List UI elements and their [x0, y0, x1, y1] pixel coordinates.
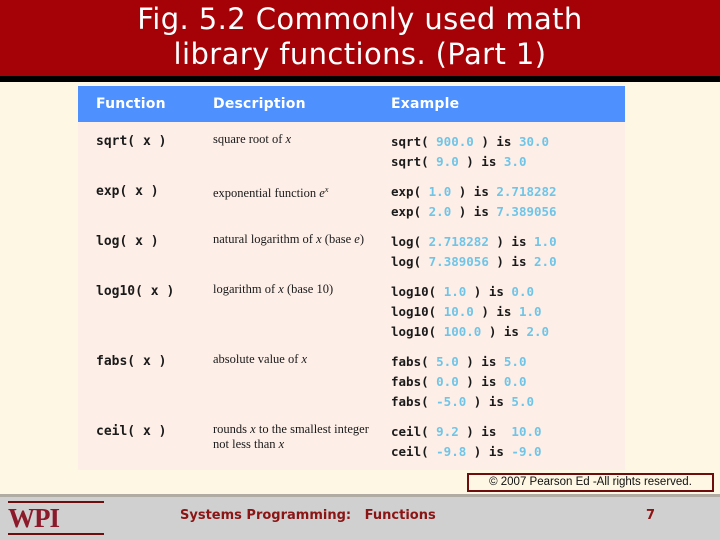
table-row: fabs( x ) absolute value of x fabs( 5.0 ) …	[78, 342, 625, 412]
column-header-example: Example	[391, 96, 460, 112]
example-line: log10( 100.0 ) is 2.0	[391, 324, 550, 339]
example-line: log10( 10.0 ) is 1.0	[391, 304, 542, 319]
example-line: ceil( -9.8 ) is -9.0	[391, 444, 542, 459]
function-signature: log10( x )	[96, 284, 175, 299]
example-line: ceil( 9.2 ) is 10.0	[391, 424, 542, 439]
cell-description: absolute value of x	[213, 352, 308, 366]
slide: Fig. 5.2 Commonly used math library func…	[0, 0, 720, 540]
cell-function-name: log( x )	[78, 232, 203, 250]
column-header-function: Function	[96, 96, 166, 112]
copyright-badge: © 2007 Pearson Ed -All rights reserved.	[467, 473, 714, 492]
function-signature: fabs( x )	[96, 354, 167, 369]
slide-title: Fig. 5.2 Commonly used math library func…	[137, 2, 583, 71]
cell-examples: exp( 1.0 ) is 2.718282 exp( 2.0 ) is 7.38…	[383, 182, 625, 222]
wpi-logo-bottom-rule	[8, 533, 104, 535]
example-line: exp( 1.0 ) is 2.718282	[391, 184, 557, 199]
cell-description: square root of x	[213, 132, 292, 146]
example-line: fabs( 0.0 ) is 0.0	[391, 374, 527, 389]
cell-function-name: ceil( x )	[78, 422, 203, 440]
cell-description: logarithm of x (base 10)	[213, 282, 334, 296]
example-line: exp( 2.0 ) is 7.389056	[391, 204, 557, 219]
example-line: log( 2.718282 ) is 1.0	[391, 234, 557, 249]
cell-examples: fabs( 5.0 ) is 5.0 fabs( 0.0 ) is 0.0 fabs…	[383, 352, 625, 412]
function-signature: ceil( x )	[96, 424, 167, 439]
cell-function-name: exp( x )	[78, 182, 203, 200]
wpi-logo-text: WPI	[8, 503, 60, 533]
table-row: ceil( x ) rounds x to the smallest intege…	[78, 412, 625, 462]
cell-examples: log( 2.718282 ) is 1.0 log( 7.389056 ) is…	[383, 232, 625, 272]
table-row: log10( x ) logarithm of x (base 10) log10(…	[78, 272, 625, 342]
column-header-description: Description	[213, 96, 306, 112]
cell-description: exponential function ex	[213, 184, 329, 201]
cell-description: natural logarithm of x (base e)	[213, 232, 365, 246]
example-line: fabs( -5.0 ) is 5.0	[391, 394, 534, 409]
cell-function-name: sqrt( x )	[78, 132, 203, 150]
title-band: Fig. 5.2 Commonly used math library func…	[0, 0, 720, 76]
table-row: exp( x ) exponential function ex exp( 1.0 …	[78, 172, 625, 222]
cell-examples: log10( 1.0 ) is 0.0 log10( 10.0 ) is 1.0 l…	[383, 282, 625, 342]
cell-examples: ceil( 9.2 ) is 10.0 ceil( -9.8 ) is -9.0	[383, 422, 625, 462]
page-number: 7	[646, 508, 656, 523]
function-signature: exp( x )	[96, 184, 159, 199]
math-functions-table: Function Description Example sqrt( x ) sq…	[78, 86, 625, 470]
function-signature: log( x )	[96, 234, 159, 249]
example-line: sqrt( 900.0 ) is 30.0	[391, 134, 550, 149]
table-body: sqrt( x ) square root of x sqrt( 900.0 ) i…	[78, 122, 625, 470]
cell-description: rounds x to the smallest integer not less…	[213, 422, 369, 451]
function-signature: sqrt( x )	[96, 134, 167, 149]
example-line: sqrt( 9.0 ) is 3.0	[391, 154, 527, 169]
cell-function-name: fabs( x )	[78, 352, 203, 370]
slide-footer: WPI Systems Programming: Functions 7	[0, 497, 720, 540]
example-line: log( 7.389056 ) is 2.0	[391, 254, 557, 269]
example-line: log10( 1.0 ) is 0.0	[391, 284, 534, 299]
table-header-row: Function Description Example	[78, 86, 625, 122]
table-row: log( x ) natural logarithm of x (base e) l…	[78, 222, 625, 272]
title-underbar-divider	[0, 76, 720, 82]
table-row: sqrt( x ) square root of x sqrt( 900.0 ) i…	[78, 122, 625, 172]
cell-examples: sqrt( 900.0 ) is 30.0 sqrt( 9.0 ) is 3.0	[383, 132, 625, 172]
cell-function-name: log10( x )	[78, 282, 203, 300]
footer-title: Systems Programming: Functions	[180, 508, 436, 523]
wpi-logo: WPI	[8, 501, 104, 535]
example-line: fabs( 5.0 ) is 5.0	[391, 354, 527, 369]
